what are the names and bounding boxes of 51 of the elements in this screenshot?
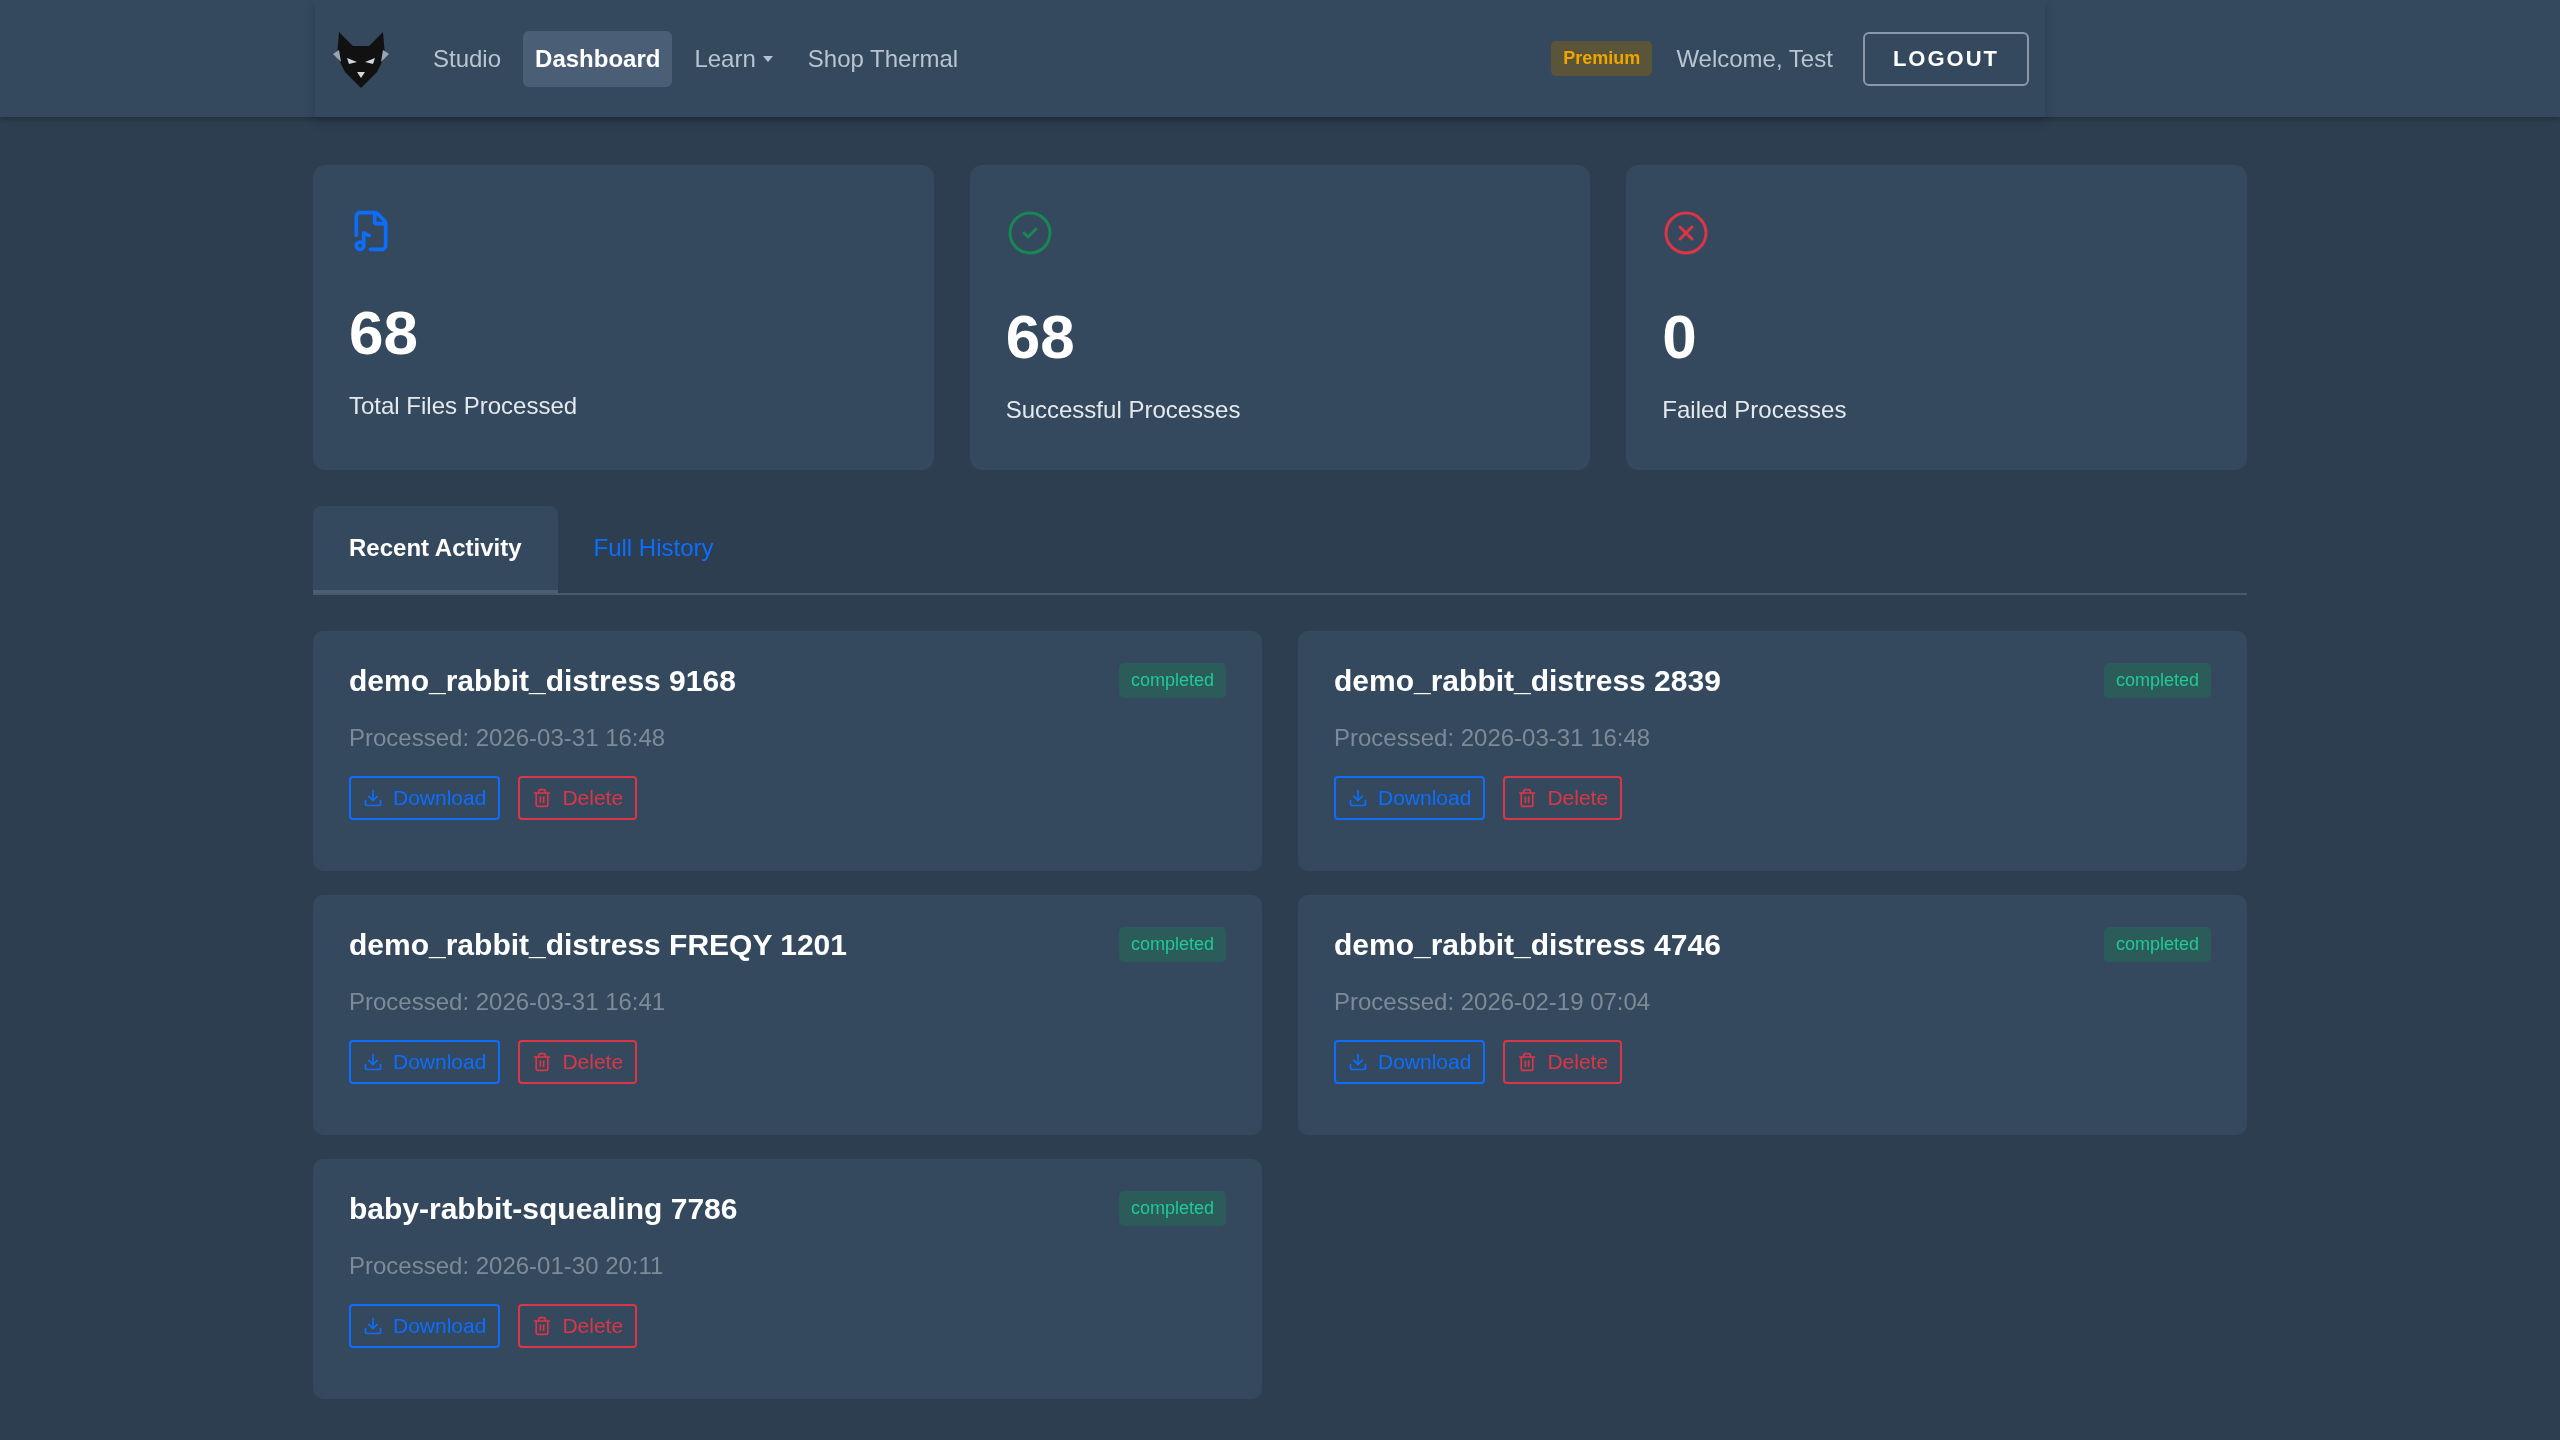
file-title: demo_rabbit_distress FREQY 1201 [349,927,847,962]
delete-button[interactable]: Delete [1503,1040,1623,1084]
download-button[interactable]: Download [349,1304,501,1348]
trash-icon [532,1052,553,1072]
nav-link[interactable]: Dashboard [523,30,673,87]
delete-button[interactable]: Delete [1503,776,1623,820]
premium-badge: Premium [1551,41,1653,76]
download-button[interactable]: Download [1334,776,1486,820]
delete-button[interactable]: Delete [518,1304,638,1348]
stat-value: 68 [349,297,419,368]
stat-label: Successful Processes [1005,396,1242,424]
nav-link[interactable]: Learn [682,30,786,87]
stat-value: 68 [1005,301,1076,372]
download-icon [1348,788,1368,808]
delete-button[interactable]: Delete [518,776,638,820]
download-icon [363,1052,383,1072]
download-icon [363,788,383,808]
processed-date: Processed: 2026-03-31 16:41 [349,988,667,1016]
trash-icon [532,788,553,808]
trash-icon [1517,1052,1538,1072]
tab[interactable]: Full History [557,506,750,593]
nav-link[interactable]: Shop Thermal [795,30,971,87]
status-badge: completed [2103,927,2211,962]
caret-icon [761,54,774,63]
logout-button[interactable]: LOGOUT [1862,31,2029,86]
welcome-text: Welcome, Test [1676,44,1833,73]
processed-date: Processed: 2026-03-31 16:48 [1334,724,1652,752]
download-icon [1348,1052,1368,1072]
stat-label: Total Files Processed [349,392,579,420]
status-badge: completed [2103,663,2211,698]
download-button[interactable]: Download [1334,1040,1486,1084]
file-title: baby-rabbit-squealing 7786 [349,1191,738,1226]
status-badge: completed [1118,927,1226,962]
processed-date: Processed: 2026-02-19 07:04 [1334,988,1652,1016]
file-title: demo_rabbit_distress 4746 [1334,927,1721,962]
tab[interactable]: Recent Activity [313,506,558,593]
status-badge: completed [1118,663,1226,698]
file-title: demo_rabbit_distress 2839 [1334,663,1721,698]
stat-value: 0 [1662,301,1698,372]
processed-date: Processed: 2026-01-30 20:11 [349,1252,665,1280]
download-button[interactable]: Download [349,1040,501,1084]
stat-label: Failed Processes [1662,396,1848,424]
trash-icon [532,1316,553,1336]
trash-icon [1517,788,1538,808]
download-icon [363,1316,383,1336]
file-title: demo_rabbit_distress 9168 [349,663,736,698]
download-button[interactable]: Download [349,776,501,820]
processed-date: Processed: 2026-03-31 16:48 [349,724,667,752]
nav-link[interactable]: Studio [421,30,514,87]
delete-button[interactable]: Delete [518,1040,638,1084]
status-badge: completed [1118,1191,1226,1226]
